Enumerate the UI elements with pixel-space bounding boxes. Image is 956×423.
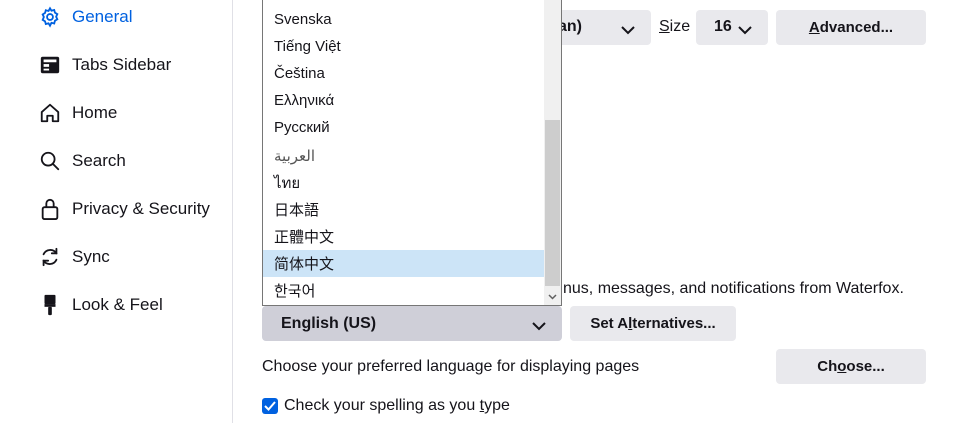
- sidebar-item-tabs-sidebar[interactable]: Tabs Sidebar: [38, 50, 171, 80]
- dropdown-option[interactable]: 한국어: [263, 277, 546, 304]
- paintbrush-icon: [38, 293, 62, 317]
- language-select[interactable]: English (US): [262, 306, 562, 341]
- spellcheck-checkbox[interactable]: [262, 398, 278, 414]
- size-select[interactable]: 16: [696, 10, 768, 45]
- dropdown-option[interactable]: العربية: [263, 142, 546, 169]
- spellcheck-label: Check your spelling as you type: [284, 397, 510, 414]
- sidebar-item-sync[interactable]: Sync: [38, 242, 110, 272]
- set-alternatives-button[interactable]: Set Al ternatives...: [570, 306, 736, 341]
- dropdown-scrollbar[interactable]: [544, 0, 561, 305]
- sidebar-item-look-feel[interactable]: Look & Feel: [38, 290, 163, 320]
- advanced-button[interactable]: Advanced...: [776, 10, 926, 45]
- spellcheck-option[interactable]: Check your spelling as you type: [262, 397, 510, 415]
- size-select-value: 16: [714, 18, 732, 35]
- dropdown-option[interactable]: 正體中文: [263, 223, 546, 250]
- sidebar-item-label: Privacy & Security: [72, 199, 210, 218]
- chevron-down-icon: [532, 318, 546, 335]
- scrollbar-thumb[interactable]: [545, 120, 560, 286]
- dropdown-option[interactable]: Svenska: [263, 6, 546, 33]
- chevron-down-icon: [621, 22, 635, 39]
- sidebar-item-label: General: [72, 7, 133, 26]
- sync-icon: [38, 245, 62, 269]
- pages-language-description: Choose your preferred language for displ…: [262, 358, 640, 375]
- choose-button[interactable]: Ch o ose...: [776, 349, 926, 384]
- dropdown-option-highlighted[interactable]: 简体中文: [263, 250, 546, 277]
- home-icon: [38, 101, 62, 125]
- dropdown-option[interactable]: ไทย: [263, 169, 546, 196]
- language-dropdown-list[interactable]: Svenska Tiếng Việt Čeština Ελληνικά Русс…: [262, 0, 562, 306]
- sidebar-item-label: Home: [72, 103, 118, 122]
- dropdown-option[interactable]: Ελληνικά: [263, 87, 546, 114]
- sidebar-item-general[interactable]: General: [38, 2, 132, 32]
- sidebar: General Tabs Sidebar Home Search Privacy…: [0, 0, 233, 423]
- chevron-down-icon: [738, 22, 752, 39]
- lock-icon: [38, 197, 62, 221]
- dropdown-option[interactable]: Čeština: [263, 60, 546, 87]
- search-icon: [38, 149, 62, 173]
- sidebar-item-search[interactable]: Search: [38, 146, 126, 176]
- sidebar-item-label: Look & Feel: [72, 295, 163, 314]
- dropdown-option[interactable]: 日本語: [263, 196, 546, 223]
- dropdown-option[interactable]: Tiếng Việt: [263, 33, 546, 60]
- checkmark-icon: [264, 401, 276, 411]
- sidebar-item-label: Tabs Sidebar: [72, 55, 172, 74]
- gear-icon: [38, 5, 62, 29]
- sidebar-item-label: Search: [72, 151, 126, 170]
- scroll-down-arrow-icon[interactable]: [544, 288, 561, 305]
- language-description: nus, messages, and notifications from Wa…: [563, 280, 904, 297]
- language-select-value: English (US): [281, 315, 377, 332]
- sidebar-item-privacy-security[interactable]: Privacy & Security: [38, 194, 210, 224]
- dropdown-option[interactable]: Русский: [263, 114, 546, 141]
- tabs-sidebar-icon: [38, 53, 62, 77]
- size-label: Size: [659, 18, 691, 35]
- sidebar-item-label: Sync: [72, 247, 110, 266]
- sidebar-item-home[interactable]: Home: [38, 98, 117, 128]
